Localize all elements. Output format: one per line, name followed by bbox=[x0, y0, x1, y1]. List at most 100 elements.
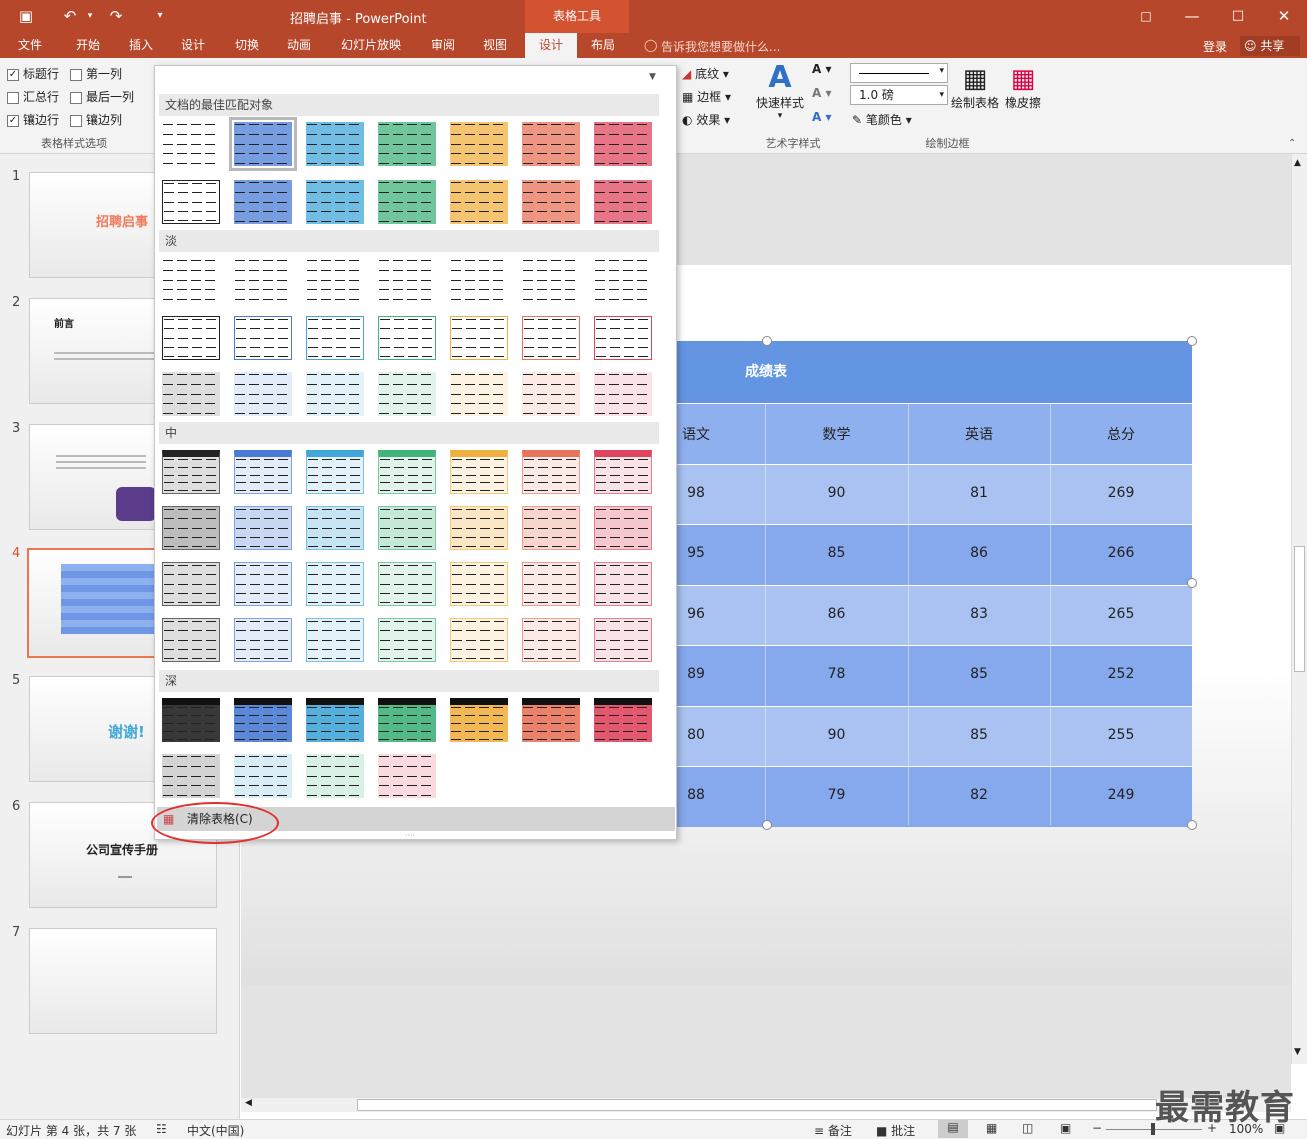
quick-styles-button[interactable]: A 快速样式 ▾ bbox=[754, 62, 806, 122]
table-style-swatch[interactable] bbox=[306, 450, 364, 494]
tab-table-layout[interactable]: 布局 bbox=[580, 33, 626, 58]
table-style-swatch[interactable] bbox=[378, 180, 436, 224]
table-style-swatch[interactable] bbox=[450, 180, 508, 224]
table-style-swatch[interactable] bbox=[306, 122, 364, 166]
language-indicator[interactable]: 中文(中国) bbox=[187, 1122, 244, 1139]
table-cell[interactable]: 90 bbox=[765, 727, 908, 743]
table-style-swatch[interactable] bbox=[450, 506, 508, 550]
tab-review[interactable]: 审阅 bbox=[420, 33, 466, 58]
table-style-swatch[interactable] bbox=[234, 618, 292, 662]
effects-button[interactable]: ◐ 效果 ▾ bbox=[682, 111, 730, 128]
undo-dropdown-icon[interactable]: ▾ bbox=[80, 6, 100, 26]
table-style-swatch[interactable] bbox=[378, 450, 436, 494]
notes-button[interactable]: ≡ 备注 bbox=[814, 1122, 852, 1139]
save-icon[interactable]: ▣ bbox=[16, 6, 36, 26]
table-style-swatch[interactable] bbox=[522, 450, 580, 494]
table-style-swatch[interactable] bbox=[306, 754, 364, 798]
table-style-swatch[interactable] bbox=[594, 372, 652, 416]
close-icon[interactable]: ✕ bbox=[1274, 6, 1294, 26]
table-style-swatch[interactable] bbox=[306, 698, 364, 742]
horizontal-scrollbar[interactable]: ◀ bbox=[241, 1098, 1291, 1112]
tab-design[interactable]: 设计 bbox=[170, 33, 216, 58]
table-style-swatch[interactable] bbox=[594, 122, 652, 166]
slide-thumbnail-7[interactable] bbox=[29, 928, 217, 1034]
resize-handle[interactable] bbox=[1187, 336, 1197, 346]
table-style-swatch[interactable] bbox=[522, 180, 580, 224]
pen-color-button[interactable]: ✎ 笔颜色 ▾ bbox=[852, 111, 912, 128]
table-style-swatch[interactable] bbox=[162, 316, 220, 360]
table-style-swatch[interactable] bbox=[594, 450, 652, 494]
vertical-scrollbar[interactable]: ▲ ▼ bbox=[1291, 154, 1307, 1064]
table-cell[interactable]: 85 bbox=[908, 727, 1050, 743]
table-style-swatch[interactable] bbox=[234, 316, 292, 360]
table-style-swatch[interactable] bbox=[594, 316, 652, 360]
table-style-swatch[interactable] bbox=[306, 258, 364, 302]
table-cell[interactable]: 78 bbox=[765, 666, 908, 682]
table-cell[interactable]: 265 bbox=[1050, 606, 1192, 622]
option-banded-columns[interactable]: 镶边列 bbox=[70, 111, 122, 128]
reading-view-icon[interactable]: ◫ bbox=[1022, 1121, 1033, 1135]
table-style-swatch[interactable] bbox=[378, 698, 436, 742]
table-style-swatch[interactable] bbox=[378, 258, 436, 302]
tab-view[interactable]: 视图 bbox=[472, 33, 518, 58]
maximize-icon[interactable]: □ bbox=[1228, 6, 1248, 26]
table-style-swatch[interactable] bbox=[450, 372, 508, 416]
table-style-swatch[interactable] bbox=[162, 754, 220, 798]
slideshow-icon[interactable]: ▣ bbox=[1060, 1121, 1071, 1135]
ribbon-display-icon[interactable]: □ bbox=[1136, 6, 1156, 26]
redo-icon[interactable]: ↷ bbox=[106, 6, 126, 26]
table-style-swatch[interactable] bbox=[162, 122, 220, 166]
table-style-swatch[interactable] bbox=[162, 450, 220, 494]
gallery-scroll-icon[interactable]: ▼ bbox=[649, 72, 656, 82]
tab-transitions[interactable]: 切换 bbox=[224, 33, 270, 58]
comments-button[interactable]: ■ 批注 bbox=[876, 1122, 915, 1139]
tab-slideshow[interactable]: 幻灯片放映 bbox=[334, 33, 408, 58]
slide-sorter-icon[interactable]: ▦ bbox=[986, 1121, 997, 1135]
table-cell[interactable]: 83 bbox=[908, 606, 1050, 622]
table-style-swatch[interactable] bbox=[522, 122, 580, 166]
table-style-swatch[interactable] bbox=[162, 180, 220, 224]
table-style-swatch[interactable] bbox=[229, 117, 297, 171]
scroll-left-icon[interactable]: ◀ bbox=[245, 1098, 252, 1108]
table-style-swatch[interactable] bbox=[162, 698, 220, 742]
table-cell[interactable]: 252 bbox=[1050, 666, 1192, 682]
table-cell[interactable]: 86 bbox=[908, 545, 1050, 561]
tab-table-design[interactable]: 设计 bbox=[525, 33, 577, 58]
table-style-swatch[interactable] bbox=[450, 698, 508, 742]
accessibility-icon[interactable]: ☷ bbox=[156, 1122, 167, 1136]
table-style-swatch[interactable] bbox=[378, 562, 436, 606]
table-cell[interactable]: 88 bbox=[676, 787, 716, 803]
scroll-up-icon[interactable]: ▲ bbox=[1294, 158, 1301, 168]
table-cell[interactable]: 82 bbox=[908, 787, 1050, 803]
table-cell[interactable]: 249 bbox=[1050, 787, 1192, 803]
table-style-swatch[interactable] bbox=[378, 618, 436, 662]
tab-animations[interactable]: 动画 bbox=[276, 33, 322, 58]
option-header-row[interactable]: ✓ 标题行 bbox=[7, 65, 59, 82]
table-cell[interactable]: 90 bbox=[765, 485, 908, 501]
table-style-swatch[interactable] bbox=[162, 618, 220, 662]
table-cell[interactable]: 255 bbox=[1050, 727, 1192, 743]
table-style-swatch[interactable] bbox=[594, 618, 652, 662]
table-style-swatch[interactable] bbox=[378, 316, 436, 360]
text-outline-icon[interactable]: A ▾ bbox=[812, 86, 832, 100]
tab-file[interactable]: 文件 bbox=[8, 33, 52, 58]
table-style-swatch[interactable] bbox=[450, 258, 508, 302]
table-style-swatch[interactable] bbox=[234, 180, 292, 224]
table-cell[interactable]: 85 bbox=[908, 666, 1050, 682]
table-cell[interactable]: 79 bbox=[765, 787, 908, 803]
table-style-swatch[interactable] bbox=[306, 316, 364, 360]
minimize-icon[interactable]: — bbox=[1182, 6, 1202, 26]
table-cell[interactable]: 269 bbox=[1050, 485, 1192, 501]
table-style-swatch[interactable] bbox=[378, 754, 436, 798]
table-style-swatch[interactable] bbox=[234, 450, 292, 494]
table-style-swatch[interactable] bbox=[522, 618, 580, 662]
customize-qat-icon[interactable]: ▾ bbox=[150, 6, 170, 26]
table-style-swatch[interactable] bbox=[378, 122, 436, 166]
table-style-swatch[interactable] bbox=[522, 316, 580, 360]
table-style-swatch[interactable] bbox=[450, 450, 508, 494]
horizontal-scroll-thumb[interactable] bbox=[357, 1099, 1157, 1111]
table-header-cell[interactable]: 总分 bbox=[1050, 424, 1192, 444]
table-style-swatch[interactable] bbox=[306, 506, 364, 550]
table-style-swatch[interactable] bbox=[522, 698, 580, 742]
table-style-swatch[interactable] bbox=[162, 372, 220, 416]
